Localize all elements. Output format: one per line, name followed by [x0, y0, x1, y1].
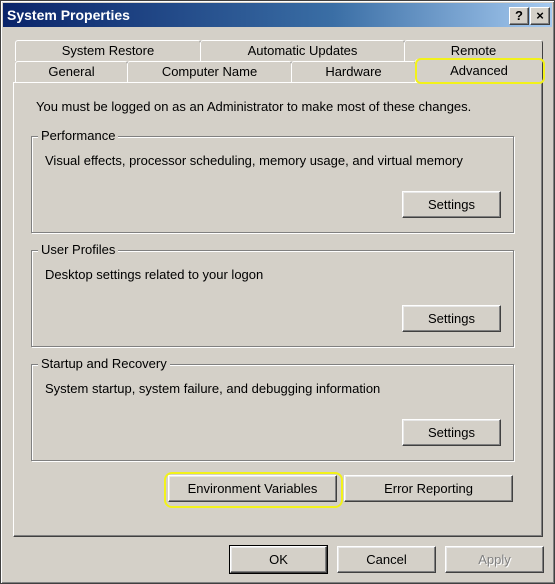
window-title: System Properties — [7, 7, 130, 23]
error-reporting-button[interactable]: Error Reporting — [344, 475, 513, 502]
startup-recovery-settings-button[interactable]: Settings — [402, 419, 501, 446]
user-profiles-group: User Profiles Desktop settings related t… — [31, 242, 514, 347]
tab-hardware[interactable]: Hardware — [291, 61, 416, 82]
startup-recovery-description: System startup, system failure, and debu… — [45, 381, 381, 396]
cancel-button[interactable]: Cancel — [337, 546, 436, 573]
close-button[interactable]: × — [530, 7, 550, 25]
tab-system-restore[interactable]: System Restore — [15, 40, 201, 61]
tab-advanced[interactable]: Advanced — [415, 59, 543, 82]
title-bar[interactable]: System Properties ? × — [3, 3, 552, 27]
ok-button[interactable]: OK — [229, 545, 328, 574]
system-properties-window: System Properties ? × System Restore Aut… — [0, 0, 555, 584]
user-profiles-settings-button[interactable]: Settings — [402, 305, 501, 332]
tab-automatic-updates[interactable]: Automatic Updates — [200, 40, 405, 61]
admin-note: You must be logged on as an Administrato… — [36, 99, 472, 114]
tab-general[interactable]: General — [15, 61, 128, 82]
performance-group: Performance Visual effects, processor sc… — [31, 128, 514, 233]
tab-computer-name[interactable]: Computer Name — [127, 61, 292, 82]
tab-remote[interactable]: Remote — [404, 40, 543, 61]
apply-button[interactable]: Apply — [445, 546, 544, 573]
startup-recovery-title: Startup and Recovery — [38, 356, 170, 371]
environment-variables-button[interactable]: Environment Variables — [168, 475, 337, 502]
user-profiles-title: User Profiles — [38, 242, 119, 257]
startup-recovery-group: Startup and Recovery System startup, sys… — [31, 356, 514, 461]
help-button[interactable]: ? — [509, 7, 529, 25]
performance-title: Performance — [38, 128, 119, 143]
user-profiles-description: Desktop settings related to your logon — [45, 267, 264, 282]
performance-description: Visual effects, processor scheduling, me… — [45, 153, 463, 168]
performance-settings-button[interactable]: Settings — [402, 191, 501, 218]
